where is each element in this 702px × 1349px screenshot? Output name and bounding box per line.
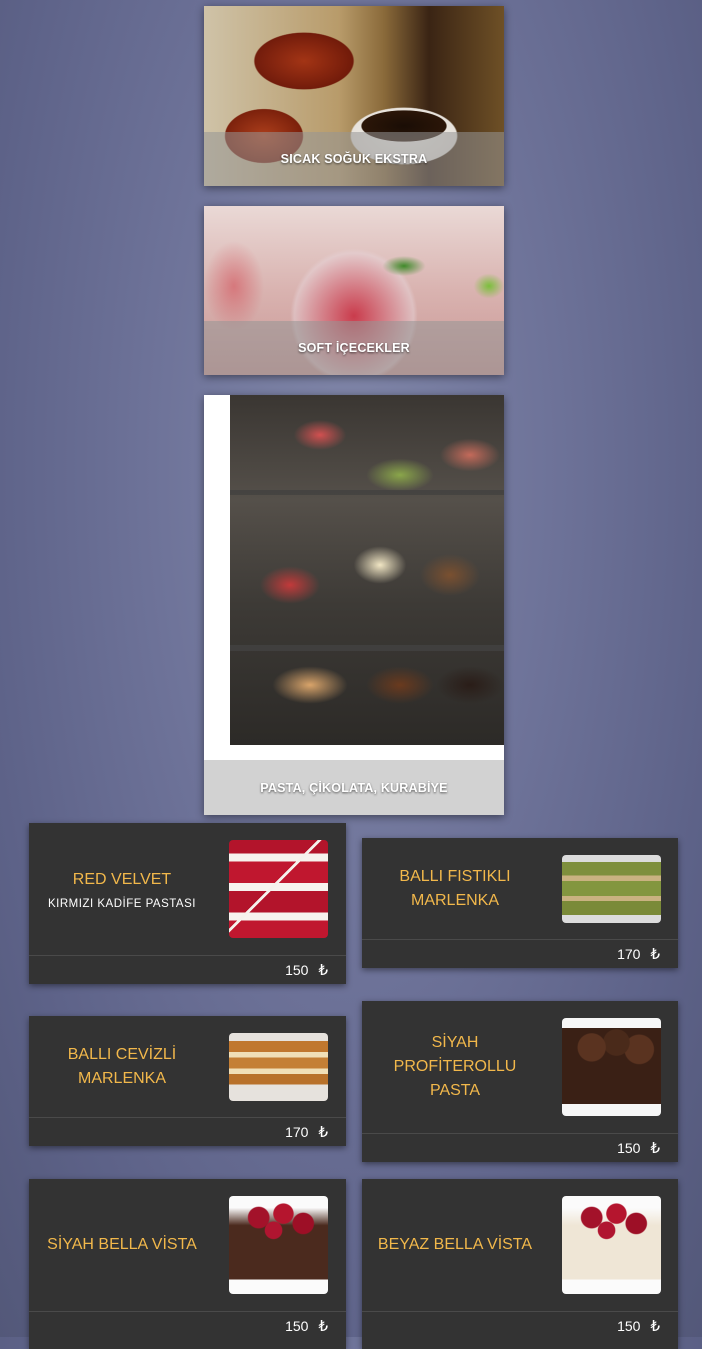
product-price: 170 xyxy=(285,1124,309,1140)
profiterole-cake-image xyxy=(562,1018,661,1116)
lira-icon: ₺ xyxy=(650,1318,660,1335)
product-title: BALLI CEVİZLİ MARLENKA xyxy=(67,1046,177,1087)
product-price: 150 xyxy=(617,1318,641,1334)
product-name-block: RED VELVET KIRMIZI KADİFE PASTASI xyxy=(37,840,207,938)
lira-icon: ₺ xyxy=(318,962,328,979)
product-price: 170 xyxy=(617,946,641,962)
price-row: 150 ₺ xyxy=(362,1134,678,1162)
product-card-beyaz-bella-vista[interactable]: BEYAZ BELLA VİSTA 150 ₺ xyxy=(362,1179,678,1349)
pistachio-marlenka-image xyxy=(562,855,661,923)
cake-display-photo xyxy=(230,395,504,745)
walnut-marlenka-image xyxy=(229,1033,328,1101)
category-label: PASTA, ÇİKOLATA, KURABİYE xyxy=(204,760,504,815)
lira-icon: ₺ xyxy=(650,946,660,963)
price-row: 170 ₺ xyxy=(362,940,678,968)
product-card-balli-fistikli-marlenka[interactable]: BALLI FISTIKLI MARLENKA 170 ₺ xyxy=(362,838,678,968)
category-label: SOFT İÇECEKLER xyxy=(204,321,504,375)
category-tile-hot-cold-extra[interactable]: SICAK SOĞUK EKSTRA xyxy=(204,6,504,186)
product-price: 150 xyxy=(285,962,309,978)
product-name-block: SİYAH PROFİTEROLLU PASTA xyxy=(370,1018,540,1116)
product-name-block: BEYAZ BELLA VİSTA xyxy=(370,1196,540,1294)
product-card-siyah-profiterollu-pasta[interactable]: SİYAH PROFİTEROLLU PASTA 150 ₺ xyxy=(362,1001,678,1162)
product-card-siyah-bella-vista[interactable]: SİYAH BELLA VİSTA 150 ₺ xyxy=(29,1179,346,1349)
product-price: 150 xyxy=(617,1140,641,1156)
lira-icon: ₺ xyxy=(650,1140,660,1157)
product-title: SİYAH BELLA VİSTA xyxy=(47,1236,197,1253)
product-title: BALLI FISTIKLI MARLENKA xyxy=(399,868,511,909)
product-name-block: BALLI FISTIKLI MARLENKA xyxy=(370,855,540,923)
product-name-block: BALLI CEVİZLİ MARLENKA xyxy=(37,1033,207,1101)
product-name-block: SİYAH BELLA VİSTA xyxy=(37,1196,207,1294)
dark-bella-vista-image xyxy=(229,1196,328,1294)
product-title: BEYAZ BELLA VİSTA xyxy=(377,1236,533,1253)
product-title: RED VELVET xyxy=(72,871,172,888)
price-row: 150 ₺ xyxy=(29,956,346,984)
product-subtitle: KIRMIZI KADİFE PASTASI xyxy=(48,898,196,910)
red-velvet-image xyxy=(229,840,328,938)
price-row: 170 ₺ xyxy=(29,1118,346,1146)
category-label: SICAK SOĞUK EKSTRA xyxy=(204,132,504,186)
white-bella-vista-image xyxy=(562,1196,661,1294)
product-price: 150 xyxy=(285,1318,309,1334)
category-tile-soft-drinks[interactable]: SOFT İÇECEKLER xyxy=(204,206,504,375)
category-tile-cakes[interactable]: PASTA, ÇİKOLATA, KURABİYE xyxy=(204,395,504,815)
product-card-balli-cevizli-marlenka[interactable]: BALLI CEVİZLİ MARLENKA 170 ₺ xyxy=(29,1016,346,1146)
lira-icon: ₺ xyxy=(318,1318,328,1335)
price-row: 150 ₺ xyxy=(29,1312,346,1340)
product-title: SİYAH PROFİTEROLLU PASTA xyxy=(393,1034,517,1099)
price-row: 150 ₺ xyxy=(362,1312,678,1340)
lira-icon: ₺ xyxy=(318,1124,328,1141)
product-card-red-velvet[interactable]: RED VELVET KIRMIZI KADİFE PASTASI 150 ₺ xyxy=(29,823,346,984)
